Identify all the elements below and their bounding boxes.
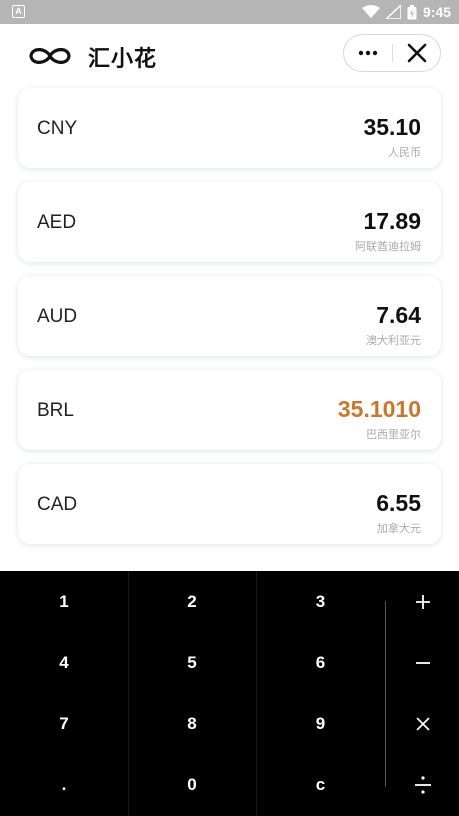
status-icons: 9:45 [361, 0, 451, 24]
key-0[interactable]: 0 [128, 754, 256, 816]
currency-code: CNY [37, 118, 78, 139]
currency-amount: 6.55 [376, 490, 421, 516]
wifi-icon [361, 5, 380, 18]
minus-button[interactable] [386, 632, 459, 693]
currency-card-cad[interactable]: CAD 6.55 加拿大元 [18, 464, 441, 544]
status-bar: A 9:45 [0, 0, 459, 24]
key-6[interactable]: 6 [256, 632, 385, 693]
infinity-logo-icon [29, 48, 71, 64]
currency-amount: 7.64 [376, 302, 421, 328]
currency-list: CNY 35.10 人民币 AED 17.89 阿联酋迪拉姆 AUD 7.64 … [18, 88, 441, 558]
currency-amount-active: 35.1010 [337, 396, 421, 422]
currency-code: CAD [37, 494, 78, 515]
currency-name: 巴西里亚尔 [366, 429, 421, 441]
key-2[interactable]: 2 [128, 571, 256, 632]
currency-card-aed[interactable]: AED 17.89 阿联酋迪拉姆 [18, 182, 441, 262]
key-clear[interactable]: c [256, 754, 385, 816]
key-4[interactable]: 4 [0, 632, 128, 693]
more-button[interactable] [344, 35, 392, 71]
multiply-button[interactable] [386, 693, 459, 754]
minus-icon [415, 661, 430, 664]
divide-button[interactable] [386, 754, 459, 816]
currency-card-brl[interactable]: BRL 35.1010 巴西里亚尔 [18, 370, 441, 450]
close-icon [407, 43, 427, 63]
currency-name: 人民币 [388, 147, 421, 159]
app-title: 汇小花 [88, 46, 158, 71]
key-decimal[interactable]: . [0, 754, 128, 816]
currency-amount: 35.10 [363, 114, 421, 140]
close-button[interactable] [393, 35, 441, 71]
key-8[interactable]: 8 [128, 693, 256, 754]
more-dots-icon [358, 50, 378, 56]
key-9[interactable]: 9 [256, 693, 385, 754]
signal-icon [385, 5, 401, 19]
app-notification-icon: A [12, 5, 25, 18]
multiply-icon [415, 716, 430, 731]
calculator-keypad: 1 2 3 4 5 6 7 8 9 . 0 c [0, 571, 459, 816]
currency-name: 澳大利亚元 [366, 335, 421, 347]
plus-button[interactable] [386, 571, 459, 632]
currency-amount: 17.89 [363, 208, 421, 234]
currency-code: AUD [37, 306, 78, 327]
clock: 9:45 [422, 4, 451, 20]
app-header: 汇小花 [0, 24, 459, 86]
key-5[interactable]: 5 [128, 632, 256, 693]
key-3[interactable]: 3 [256, 571, 385, 632]
key-1[interactable]: 1 [0, 571, 128, 632]
divide-icon [414, 776, 431, 794]
currency-card-cny[interactable]: CNY 35.10 人民币 [18, 88, 441, 168]
battery-icon [407, 4, 417, 19]
key-7[interactable]: 7 [0, 693, 128, 754]
currency-name: 阿联酋迪拉姆 [355, 241, 421, 253]
currency-name: 加拿大元 [377, 523, 421, 535]
plus-icon [415, 594, 430, 609]
mini-program-capsule [343, 34, 441, 72]
currency-code: AED [37, 212, 77, 233]
currency-code: BRL [37, 400, 74, 421]
currency-card-aud[interactable]: AUD 7.64 澳大利亚元 [18, 276, 441, 356]
